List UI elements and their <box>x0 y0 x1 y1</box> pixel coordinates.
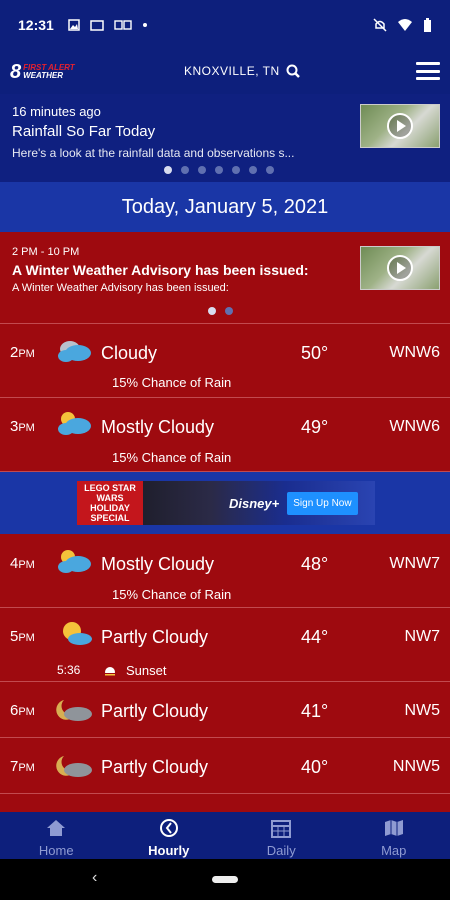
home-pill-icon[interactable] <box>212 876 238 883</box>
logo-line2: WEATHER <box>23 71 63 80</box>
temperature: 44° <box>301 627 329 647</box>
temperature: 41° <box>301 701 329 721</box>
news-video-thumbnail[interactable] <box>360 104 440 148</box>
battery-icon <box>424 17 431 32</box>
sunset-time: 5:36 <box>57 663 81 677</box>
play-icon <box>387 255 413 281</box>
logo-number: 8 <box>10 60 22 83</box>
back-icon[interactable]: ‹ <box>92 869 97 887</box>
hour-row-5pm[interactable]: 5PM Partly Cloudy 44° NW7 5:36 Sunset <box>0 608 450 682</box>
alert-video-thumbnail[interactable] <box>360 246 440 290</box>
hour-label: 3PM <box>10 418 35 435</box>
partly-cloudy-icon <box>63 622 92 645</box>
tab-label: Map <box>381 843 407 858</box>
tv-icon <box>90 20 104 31</box>
temperature: 40° <box>301 757 329 777</box>
status-bar: 12:31 <box>0 0 450 50</box>
image-icon <box>68 19 80 31</box>
wind: WNW7 <box>389 555 440 572</box>
condition-label: Partly Cloudy <box>101 757 209 777</box>
tab-label: Hourly <box>148 843 190 858</box>
bottom-tab-bar: Home Hourly Daily Map <box>0 812 450 859</box>
condition-label: Mostly Cloudy <box>101 417 215 437</box>
tab-home[interactable]: Home <box>0 812 113 859</box>
condition-label: Cloudy <box>101 343 158 363</box>
play-icon <box>387 113 413 139</box>
hamburger-menu-icon[interactable] <box>416 62 440 80</box>
hour-row-2pm[interactable]: 2PM Cloudy 50° WNW6 15% Chance of Rain <box>0 324 450 398</box>
mute-icon <box>373 18 387 32</box>
clock-icon <box>159 819 178 837</box>
home-icon <box>47 820 66 836</box>
hour-label: 2PM <box>10 344 35 361</box>
wind: WNW6 <box>389 418 440 435</box>
status-time: 12:31 <box>18 17 54 33</box>
hour-label: 5PM <box>10 628 35 645</box>
temperature: 50° <box>301 343 329 363</box>
mostly-cloudy-icon <box>58 550 91 573</box>
tab-map[interactable]: Map <box>338 812 450 859</box>
wind: NW5 <box>404 702 440 719</box>
partly-cloudy-night-icon <box>56 700 92 721</box>
hour-label: 4PM <box>10 555 35 572</box>
hour-row-7pm[interactable]: 7PM Partly Cloudy 40° NNW5 <box>0 738 450 794</box>
map-icon <box>384 820 403 836</box>
ad-banner[interactable]: LEGO STAR WARS HOLIDAY SPECIAL Disney+ S… <box>0 472 450 534</box>
rain-chance: 15% Chance of Rain <box>112 587 232 602</box>
cloudy-rain-icon <box>58 341 91 362</box>
rain-chance: 15% Chance of Rain <box>112 450 232 465</box>
condition-label: Partly Cloudy <box>101 701 209 721</box>
ad-creative[interactable]: LEGO STAR WARS HOLIDAY SPECIAL Disney+ S… <box>77 481 375 525</box>
tab-daily[interactable]: Daily <box>225 812 338 859</box>
wind: WNW6 <box>389 344 440 361</box>
hour-label: 7PM <box>10 758 35 775</box>
location-selector[interactable]: KNOXVILLE, TN <box>184 64 300 78</box>
wifi-icon <box>398 19 412 31</box>
temperature: 49° <box>301 417 329 437</box>
hour-label: 6PM <box>10 702 35 719</box>
search-icon <box>286 64 300 78</box>
location-label: KNOXVILLE, TN <box>184 64 280 78</box>
partly-cloudy-night-icon <box>56 756 92 777</box>
dual-box-icon <box>114 20 132 30</box>
station-logo[interactable]: 8 FIRST ALERT WEATHER <box>10 61 75 84</box>
calendar-icon <box>271 820 292 838</box>
ad-cta-button[interactable]: Sign Up Now <box>287 491 358 515</box>
rain-chance: 15% Chance of Rain <box>112 375 232 390</box>
temperature: 48° <box>301 554 329 574</box>
system-nav-bar: ‹ <box>0 859 450 900</box>
condition-label: Partly Cloudy <box>101 627 209 647</box>
alert-carousel-dots[interactable] <box>208 307 233 315</box>
date-header: Today, January 5, 2021 <box>0 182 450 232</box>
wind: NW7 <box>404 628 440 645</box>
tab-hourly[interactable]: Hourly <box>113 812 226 859</box>
weather-alert-card[interactable]: 2 PM - 10 PM A Winter Weather Advisory h… <box>0 232 450 324</box>
hour-row-3pm[interactable]: 3PM Mostly Cloudy 49° WNW6 15% Chance of… <box>0 398 450 472</box>
notification-icons <box>68 19 148 31</box>
app-header: 8 FIRST ALERT WEATHER KNOXVILLE, TN <box>0 50 450 94</box>
mostly-cloudy-icon <box>58 412 91 435</box>
dot-icon <box>142 23 147 27</box>
tab-label: Daily <box>266 843 296 858</box>
hour-row-4pm[interactable]: 4PM Mostly Cloudy 48° WNW7 15% Chance of… <box>0 534 450 608</box>
wind: NNW5 <box>392 758 440 775</box>
carousel-dots[interactable] <box>164 166 274 174</box>
news-description: Here's a look at the rainfall data and o… <box>12 146 295 160</box>
news-carousel-card[interactable]: 16 minutes ago Rainfall So Far Today Her… <box>0 94 450 182</box>
ad-left-text: LEGO STAR WARS HOLIDAY SPECIAL <box>77 481 143 525</box>
condition-label: Mostly Cloudy <box>101 554 215 574</box>
sunset-icon <box>103 667 117 676</box>
sunset-label: Sunset <box>126 663 167 678</box>
ad-brand: Disney+ <box>229 495 280 511</box>
hour-row-6pm[interactable]: 6PM Partly Cloudy 41° NW5 <box>0 682 450 738</box>
tab-label: Home <box>38 843 74 858</box>
